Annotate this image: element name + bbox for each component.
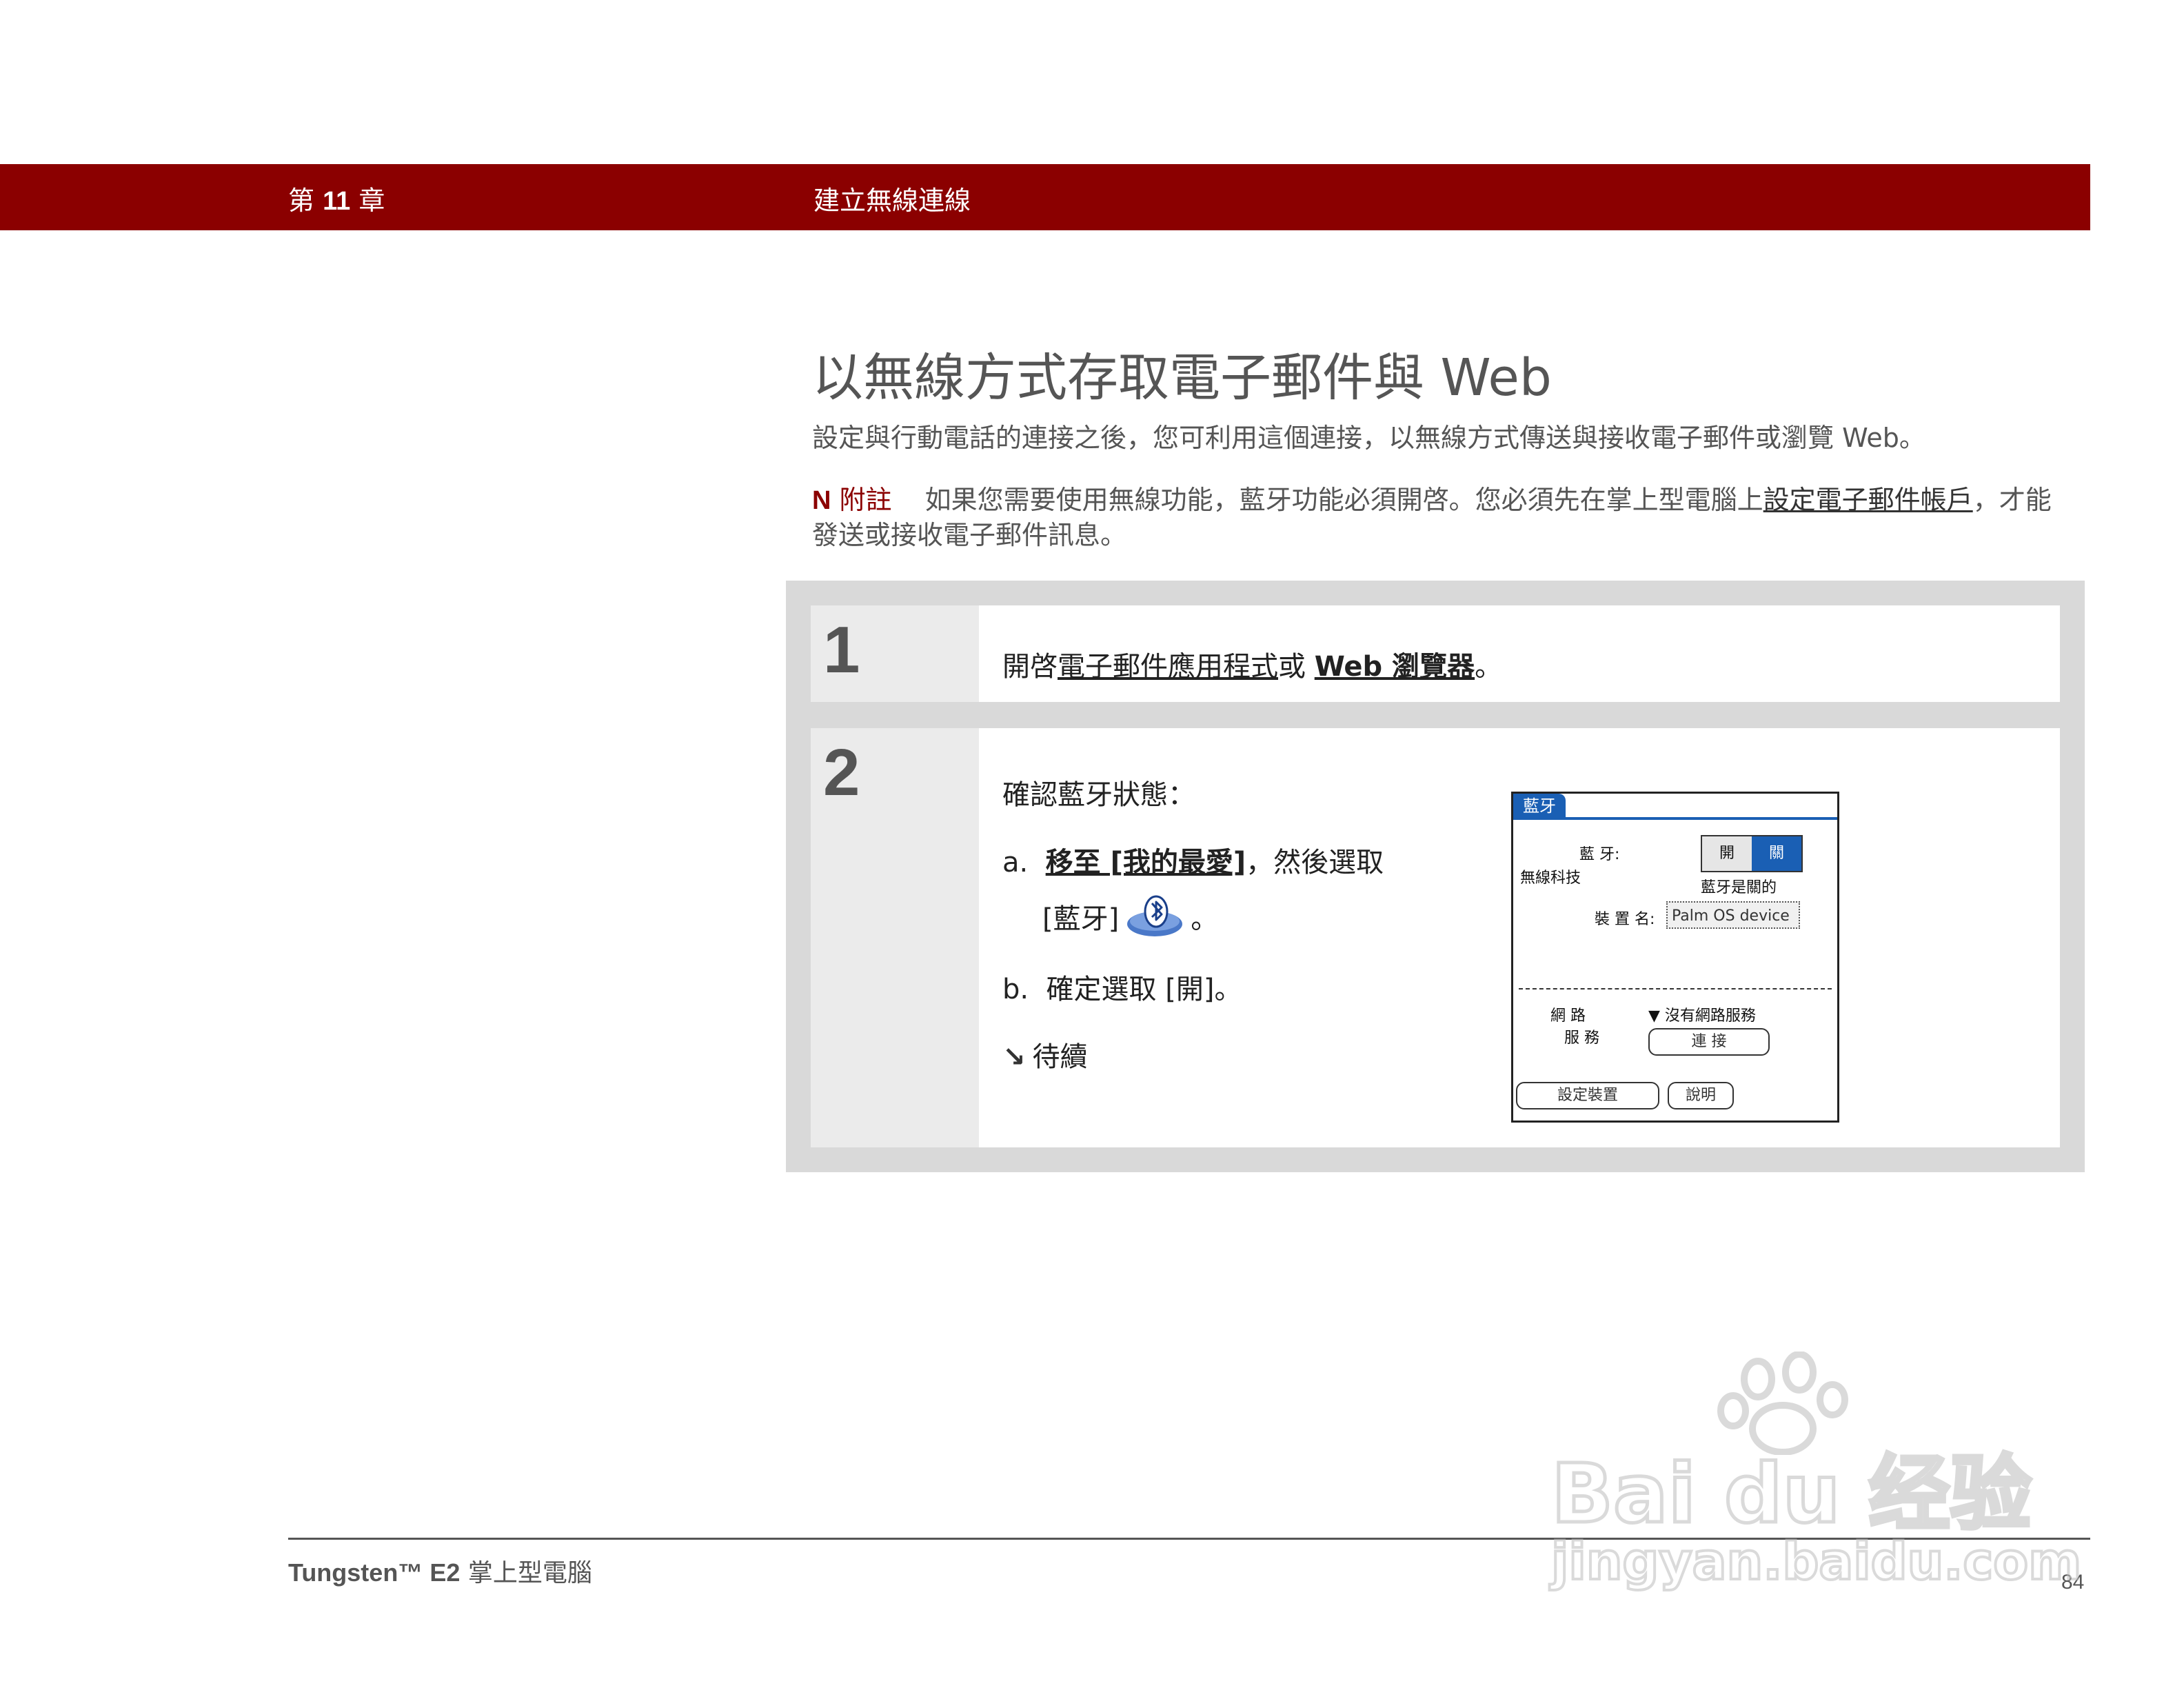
device-connect-button[interactable]: 連 接 bbox=[1648, 1028, 1770, 1056]
step-number: 1 bbox=[823, 613, 860, 687]
step-2b: b. 確定選取 [開]。 bbox=[1002, 967, 1242, 1007]
footer-product: Tungsten™ E2 掌上型電腦 bbox=[288, 1553, 592, 1589]
intro-text: 設定與行動電話的連接之後，您可利用這個連接，以無線方式傳送與接收電子郵件或瀏覽 … bbox=[812, 423, 1925, 453]
step-number-column: 1 bbox=[811, 605, 979, 702]
step-1: 1 開啓電子郵件應用程式或 Web 瀏覽器。 bbox=[811, 605, 2060, 702]
web-browser-link[interactable]: Web 瀏覽器 bbox=[1315, 651, 1475, 683]
step-number: 2 bbox=[823, 736, 860, 810]
chapter-prefix: 第 bbox=[288, 185, 315, 216]
chapter-number: 第 11 章 bbox=[288, 179, 385, 217]
watermark-url: jingyan.baidu.com bbox=[1550, 1531, 2083, 1593]
step-2b-marker: b. bbox=[1002, 974, 1029, 1005]
device-setup-button[interactable]: 設定裝置 bbox=[1516, 1082, 1659, 1109]
device-divider bbox=[1519, 988, 1832, 989]
email-account-setup-link[interactable]: 設定電子郵件帳戶 bbox=[1763, 485, 1973, 515]
step-2b-text: 確定選取 [開]。 bbox=[1046, 974, 1242, 1005]
device-on-option[interactable]: 開 bbox=[1702, 836, 1752, 871]
step-2a-marker: a. bbox=[1002, 847, 1029, 878]
watermark-brand: Bai du 经验 bbox=[1550, 1445, 2034, 1543]
chapter-suffix: 章 bbox=[358, 185, 385, 216]
device-tab-title: 藍牙 bbox=[1513, 794, 1566, 818]
device-network-select[interactable]: ▼ 沒有網路服務 bbox=[1648, 1003, 1756, 1025]
note-text-before: 如果您需要使用無線功能，藍牙功能必須開啓。您必須先在掌上型電腦上 bbox=[924, 485, 1763, 515]
device-bluetooth-label: 藍 牙: bbox=[1579, 846, 1620, 863]
device-off-option[interactable]: 關 bbox=[1752, 836, 1801, 871]
email-app-link[interactable]: 電子郵件應用程式 bbox=[1058, 651, 1278, 683]
device-status: 藍牙是關的 bbox=[1701, 879, 1777, 896]
step-1-mid: 或 bbox=[1278, 651, 1315, 683]
step-2a-line2: [藍牙] 。 bbox=[1042, 894, 1218, 939]
step-2a-text: ，然後選取 bbox=[1246, 847, 1384, 878]
chapter-number-value: 11 bbox=[323, 187, 351, 216]
step-number-column: 2 bbox=[811, 728, 979, 1147]
device-help-button[interactable]: 說明 bbox=[1668, 1082, 1734, 1109]
note-icon: N bbox=[812, 486, 831, 515]
note-label: 附註 bbox=[839, 485, 892, 515]
step-2a: a. 移至 [我的最愛]，然後選取 bbox=[1002, 840, 1384, 880]
chapter-title: 建立無線連線 bbox=[813, 185, 971, 216]
continued-indicator: ↘ 待續 bbox=[1002, 1034, 1088, 1074]
footer-product-suffix: 掌上型電腦 bbox=[467, 1559, 592, 1587]
step-2: 2 確認藍牙狀態： a. 移至 [我的最愛]，然後選取 [藍牙] 。 b. 確定… bbox=[811, 728, 2060, 1147]
favorites-link[interactable]: 移至 [我的最愛] bbox=[1046, 847, 1246, 878]
chapter-header-bar: 第 11 章 建立無線連線 bbox=[0, 164, 2090, 230]
step-1-suffix: 。 bbox=[1475, 651, 1503, 683]
step-1-prefix: 開啓 bbox=[1002, 651, 1058, 683]
device-wireless-label: 無線科技 bbox=[1520, 870, 1581, 887]
baidu-watermark: Bai du 经验 jingyan.baidu.com bbox=[1550, 1352, 2083, 1607]
dropdown-triangle-icon: ▼ bbox=[1648, 1007, 1660, 1025]
step-2a-period: 。 bbox=[1191, 903, 1219, 935]
device-bluetooth-toggle[interactable]: 開 關 bbox=[1701, 835, 1803, 872]
continued-text: 待續 bbox=[1032, 1041, 1088, 1073]
bluetooth-icon bbox=[1127, 895, 1183, 936]
device-name-label: 裝 置 名: bbox=[1595, 911, 1655, 928]
device-network-label-2: 服 務 bbox=[1564, 1029, 1599, 1047]
device-name-field[interactable]: Palm OS device bbox=[1666, 901, 1800, 929]
steps-panel: 1 開啓電子郵件應用程式或 Web 瀏覽器。 2 確認藍牙狀態： a. 移至 [… bbox=[786, 581, 2085, 1172]
step-1-text: 開啓電子郵件應用程式或 Web 瀏覽器。 bbox=[1002, 644, 1502, 684]
bluetooth-settings-screenshot: 藍牙 藍 牙: 無線科技 開 關 藍牙是關的 裝 置 名: Palm OS de… bbox=[1511, 792, 1839, 1123]
device-network-value: 沒有網路服務 bbox=[1664, 1007, 1756, 1025]
footer-product-name: Tungsten™ E2 bbox=[288, 1558, 461, 1587]
continued-arrow-icon: ↘ bbox=[1002, 1041, 1026, 1073]
step-2a-bluetooth-text: [藍牙] bbox=[1042, 903, 1120, 935]
note-block: N 附註 如果您需要使用無線功能，藍牙功能必須開啓。您必須先在掌上型電腦上設定電… bbox=[812, 483, 2074, 552]
device-tab-underline bbox=[1513, 817, 1837, 820]
page-title: 以無線方式存取電子郵件與 Web bbox=[812, 348, 1552, 408]
step-2-lead: 確認藍牙狀態： bbox=[1002, 779, 1195, 811]
device-network-label-1: 網 路 bbox=[1550, 1007, 1586, 1025]
